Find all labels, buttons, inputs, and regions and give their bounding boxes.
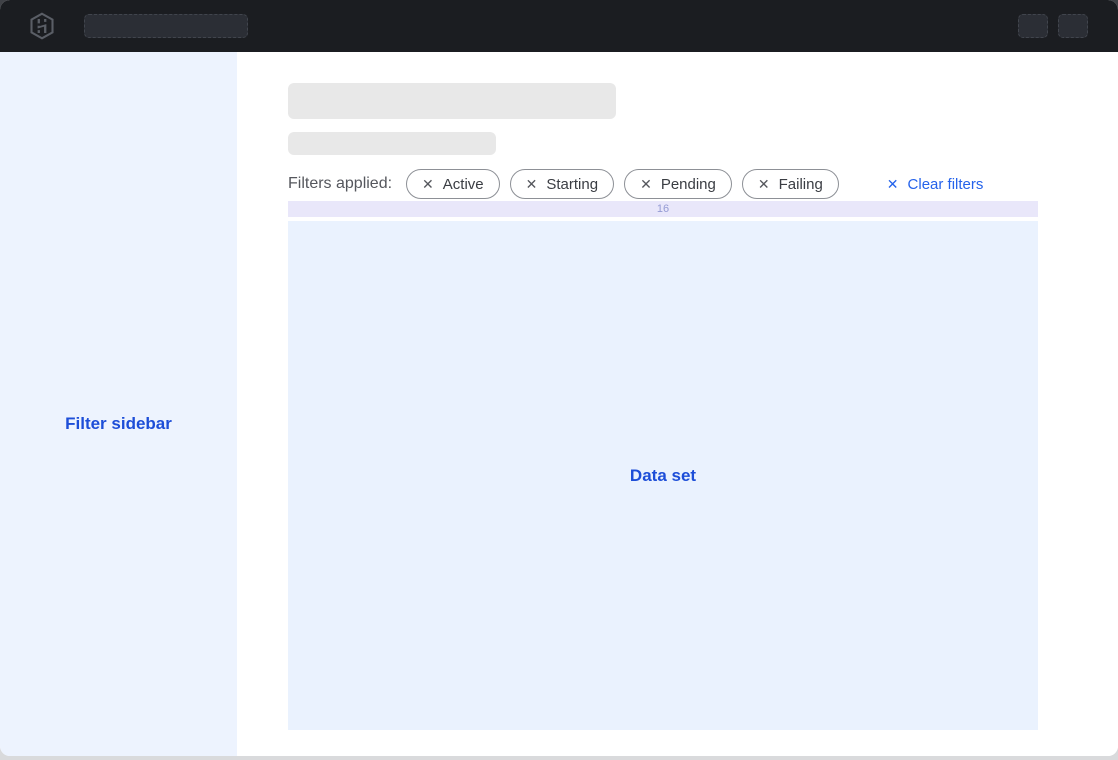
- filter-chip-active[interactable]: ✕ Active: [406, 169, 500, 199]
- data-set-area: Data set: [288, 221, 1038, 730]
- filters-applied-label: Filters applied:: [288, 175, 392, 193]
- filter-chip-label: Active: [443, 176, 484, 193]
- hashicorp-logo-icon: [28, 12, 56, 40]
- filter-chip-label: Failing: [779, 176, 823, 193]
- filter-chip-label: Starting: [546, 176, 598, 193]
- filter-sidebar-label: Filter sidebar: [65, 414, 172, 434]
- top-navbar: [0, 0, 1118, 52]
- nav-action-placeholder-2: [1058, 14, 1088, 38]
- remove-filter-icon[interactable]: ✕: [758, 177, 770, 191]
- app-window: Filter sidebar Filters applied: ✕ Active…: [0, 0, 1118, 756]
- filter-chip-failing[interactable]: ✕ Failing: [742, 169, 839, 199]
- nav-action-placeholder-1: [1018, 14, 1048, 38]
- clear-filters-link[interactable]: ✕ Clear filters: [887, 176, 984, 193]
- data-set-label: Data set: [630, 466, 696, 486]
- main-content: Filters applied: ✕ Active ✕ Starting ✕ P…: [237, 52, 1118, 756]
- remove-filter-icon[interactable]: ✕: [640, 177, 652, 191]
- filter-chip-pending[interactable]: ✕ Pending: [624, 169, 732, 199]
- filter-chip-starting[interactable]: ✕ Starting: [510, 169, 614, 199]
- clear-filters-icon: ✕: [887, 177, 899, 191]
- remove-filter-icon[interactable]: ✕: [422, 177, 434, 191]
- filter-sidebar: Filter sidebar: [0, 52, 237, 756]
- page-subtitle-skeleton: [288, 132, 496, 155]
- filter-chip-label: Pending: [661, 176, 716, 193]
- remove-filter-icon[interactable]: ✕: [526, 177, 538, 191]
- filters-applied-row: Filters applied: ✕ Active ✕ Starting ✕ P…: [288, 169, 1038, 199]
- result-count-value: 16: [657, 203, 669, 215]
- result-count-bar: 16: [288, 201, 1038, 217]
- clear-filters-label: Clear filters: [908, 176, 984, 193]
- body-row: Filter sidebar Filters applied: ✕ Active…: [0, 52, 1118, 756]
- page-title-skeleton: [288, 83, 616, 119]
- nav-search-placeholder: [84, 14, 248, 38]
